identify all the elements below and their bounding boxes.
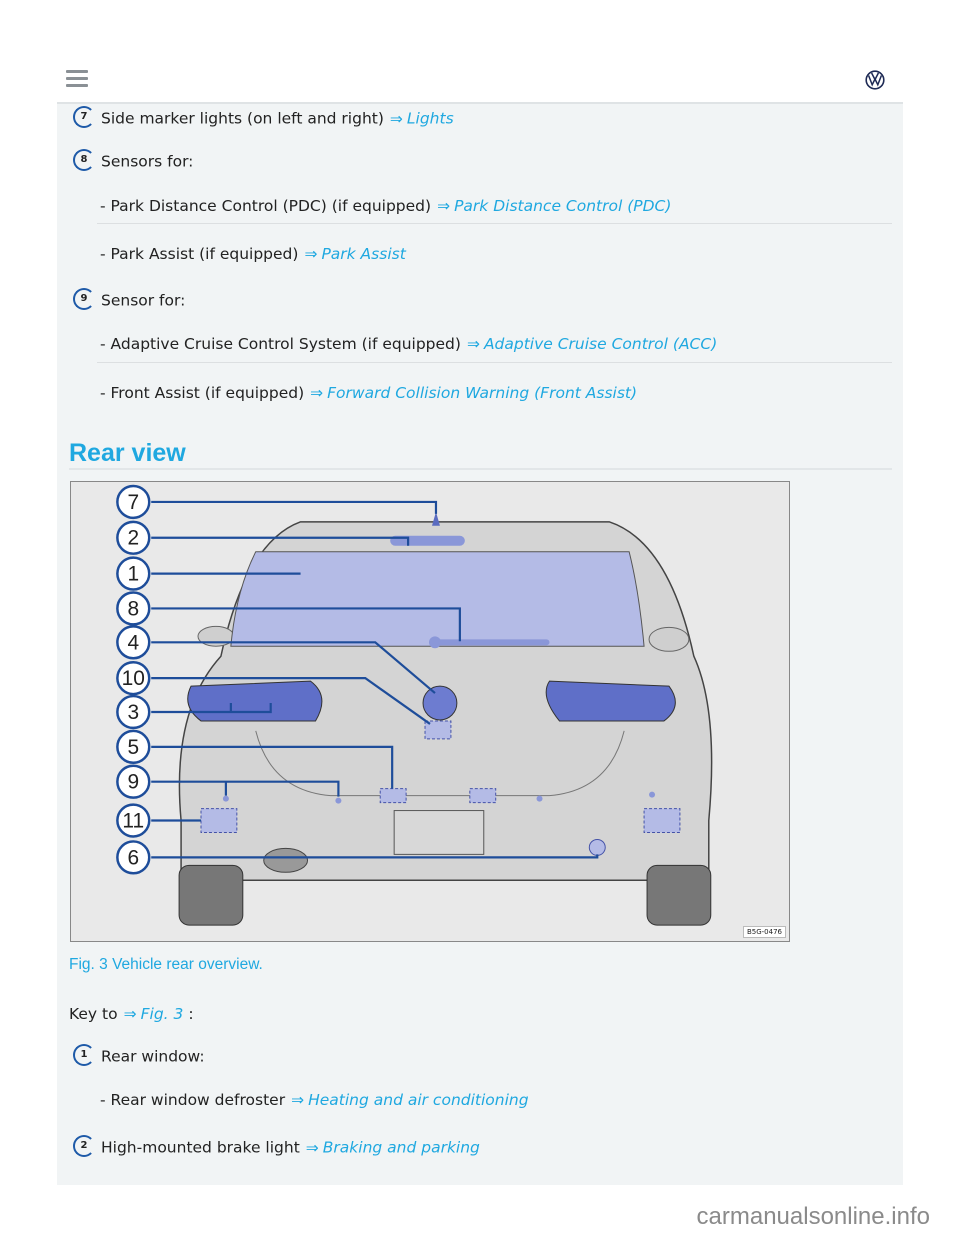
figure-code: B5G-0476 [742, 926, 786, 938]
number-badge: 8 [73, 149, 95, 171]
link-front-assist[interactable]: Forward Collision Warning (Front Assist) [327, 384, 637, 402]
section-title: Rear view [69, 439, 186, 467]
svg-text:11: 11 [122, 809, 144, 832]
watermark: carmanualsonline.info [696, 1203, 930, 1230]
item-text: - Park Assist (if equipped) [100, 245, 299, 263]
callout-5: 5 [116, 729, 151, 765]
callout-6: 6 [116, 840, 151, 875]
svg-text:9: 9 [127, 771, 139, 794]
sub-item: - Park Distance Control (PDC) (if equipp… [100, 196, 671, 216]
svg-text:3: 3 [127, 701, 139, 724]
link-heating[interactable]: Heating and air conditioning [308, 1091, 529, 1109]
item-text: Sensors for: [101, 152, 194, 171]
link-arrow-icon: ⇒ [305, 1138, 319, 1157]
svg-text:1: 1 [127, 563, 139, 586]
item-text: High-mounted brake light [101, 1138, 300, 1157]
item-text: Side marker lights (on left and right) [101, 109, 384, 128]
svg-text:7: 7 [127, 491, 139, 514]
svg-text:5: 5 [127, 736, 139, 759]
callout-10: 10 [116, 660, 151, 696]
callout-1: 1 [116, 556, 151, 591]
link-arrow-icon: ⇒ [123, 1005, 137, 1023]
list-item-9: 9 Sensor for: [73, 288, 186, 312]
callout-2: 2 [116, 520, 151, 555]
content-panel: 7 Side marker lights (on left and right) ⇒… [57, 102, 903, 1185]
link-arrow-icon: ⇒ [437, 197, 451, 215]
number-badge: 2 [73, 1135, 95, 1157]
item-text: Sensor for: [101, 291, 186, 310]
svg-text:10: 10 [122, 667, 145, 690]
link-park-assist[interactable]: Park Assist [321, 245, 405, 263]
list-item-7: 7 Side marker lights (on left and right) ⇒… [73, 106, 454, 130]
item-text: Rear window: [101, 1047, 205, 1066]
item-text: - Adaptive Cruise Control System (if equ… [100, 335, 461, 353]
sub-item: - Adaptive Cruise Control System (if equ… [100, 334, 717, 354]
number-badge: 7 [73, 106, 95, 128]
link-acc[interactable]: Adaptive Cruise Control (ACC) [484, 335, 717, 353]
callout-7: 7 [116, 484, 151, 520]
vw-logo-icon[interactable] [865, 70, 885, 90]
link-arrow-icon: ⇒ [310, 384, 324, 402]
svg-text:6: 6 [127, 846, 139, 869]
link-pdc[interactable]: Park Distance Control (PDC) [454, 197, 671, 215]
link-arrow-icon: ⇒ [466, 335, 480, 353]
link-lights[interactable]: Lights [407, 110, 454, 128]
list-item-2: 2 High-mounted brake light ⇒ Braking and pa… [73, 1135, 480, 1159]
number-badge: 1 [73, 1044, 95, 1066]
link-arrow-icon: ⇒ [389, 109, 403, 128]
item-text: - Front Assist (if equipped) [100, 384, 305, 402]
list-item-1: 1 Rear window: [73, 1044, 205, 1068]
key-prefix: Key to [69, 1005, 118, 1023]
link-fig-3[interactable]: Fig. 3 [141, 1005, 184, 1023]
callout-layer: 7 2 1 8 4 10 3 5 9 11 6 [116, 484, 151, 875]
divider [97, 362, 892, 363]
callout-4: 4 [116, 625, 151, 660]
link-braking[interactable]: Braking and parking [323, 1139, 480, 1157]
hamburger-menu-icon[interactable] [66, 70, 88, 88]
rear-view-figure[interactable]: 7 2 1 8 4 10 3 5 9 11 6 B5G-0476 [70, 481, 790, 942]
list-item-8: 8 Sensors for: [73, 149, 194, 173]
svg-text:2: 2 [127, 527, 139, 550]
figure-caption: Fig. 3 Vehicle rear overview. [69, 956, 263, 973]
link-arrow-icon: ⇒ [291, 1091, 305, 1109]
callout-3: 3 [116, 694, 151, 730]
callout-8: 8 [116, 591, 151, 626]
divider [69, 468, 892, 470]
link-arrow-icon: ⇒ [304, 245, 318, 263]
item-text: - Rear window defroster [100, 1091, 286, 1109]
sub-item: - Rear window defroster ⇒ Heating and air … [100, 1090, 529, 1110]
top-bar [0, 0, 960, 102]
key-suffix: : [188, 1005, 194, 1023]
item-text: - Park Distance Control (PDC) (if equipp… [100, 197, 432, 215]
sub-item: - Park Assist (if equipped) ⇒ Park Assist [100, 244, 406, 264]
svg-text:8: 8 [127, 597, 139, 620]
callout-9: 9 [116, 764, 151, 799]
callout-11: 11 [116, 803, 151, 838]
svg-text:4: 4 [127, 631, 139, 654]
key-line: Key to ⇒ Fig. 3 : [69, 1004, 194, 1024]
number-badge: 9 [73, 288, 95, 310]
divider [97, 223, 892, 224]
sub-item: - Front Assist (if equipped) ⇒ Forward Col… [100, 383, 637, 403]
